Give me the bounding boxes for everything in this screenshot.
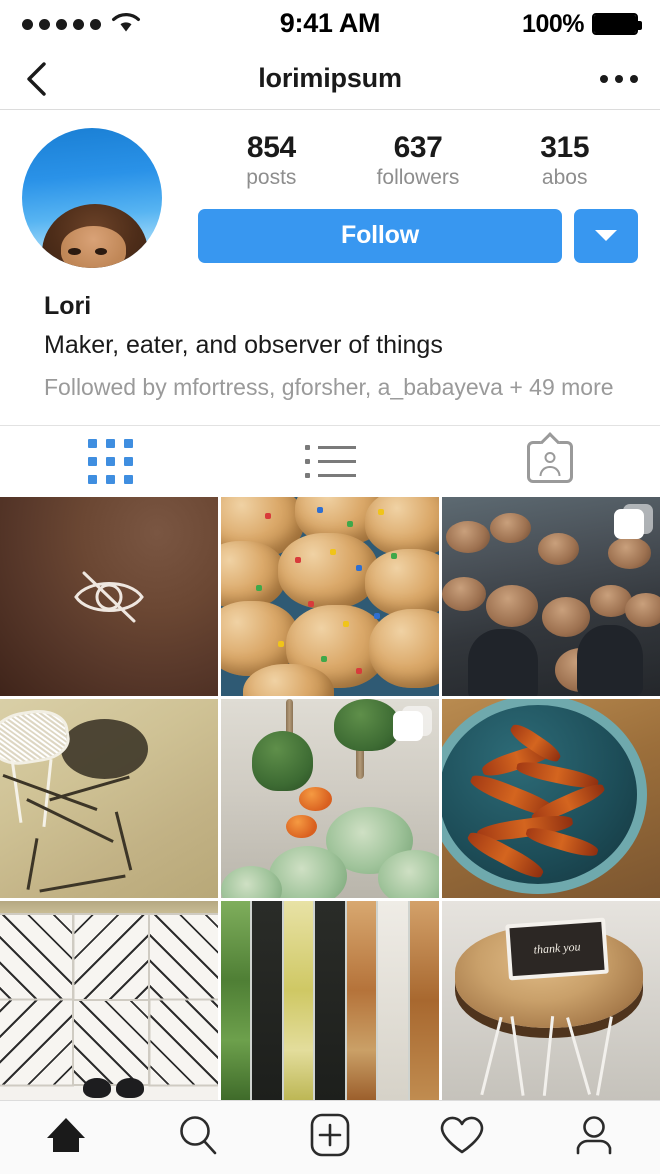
stat-posts[interactable]: 854 posts [198, 131, 345, 192]
grid-post-1[interactable] [0, 497, 218, 697]
profile-bio: Lori Maker, eater, and observer of thing… [22, 268, 638, 404]
battery-full-icon [592, 13, 642, 35]
chevron-down-icon [595, 230, 617, 242]
back-button[interactable] [22, 61, 52, 96]
tab-grid[interactable] [0, 426, 220, 497]
post-image [0, 901, 218, 1100]
nav-new-post[interactable] [264, 1112, 396, 1163]
ellipsis-dot [615, 74, 623, 83]
stat-label: followers [376, 166, 460, 190]
photo-grid: thank you [0, 497, 660, 1100]
grid-icon [87, 439, 133, 485]
grid-post-8[interactable] [221, 901, 439, 1100]
avatar-face [61, 226, 126, 268]
grid-post-3[interactable] [442, 497, 660, 697]
plus-square-icon [309, 1112, 351, 1163]
grid-post-5[interactable] [221, 699, 439, 899]
grid-post-2[interactable] [221, 497, 439, 697]
follow-button[interactable]: Follow [198, 208, 562, 263]
post-image [221, 497, 439, 697]
profile-display-name: Lori [44, 292, 92, 320]
bottom-navigation-bar [0, 1100, 660, 1174]
grid-post-4[interactable] [0, 699, 218, 899]
post-image [221, 901, 439, 1100]
post-image: thank you [442, 901, 660, 1100]
ellipsis-dot [600, 74, 608, 83]
navigation-bar: lorimipsum [0, 48, 660, 110]
profile-tab-bar [0, 425, 660, 498]
grid-post-9[interactable]: thank you [442, 901, 660, 1100]
grid-post-7[interactable] [0, 901, 218, 1100]
status-bar: 9:41 AM 100% [0, 0, 660, 48]
followed-by-text[interactable]: Followed by mfortress, gforsher, a_babay… [44, 371, 616, 404]
ellipsis-dot [630, 74, 638, 83]
profile-header: 854 posts 637 followers 315 abos Follow [0, 110, 660, 405]
tagged-person-card-icon [527, 431, 573, 483]
hidden-eye-icon [0, 497, 218, 696]
stat-value: 315 [540, 131, 590, 164]
list-icon [304, 445, 356, 479]
nav-home[interactable] [0, 1115, 132, 1160]
status-bar-right: 100% [522, 9, 642, 39]
post-image [0, 699, 218, 899]
search-icon [177, 1114, 219, 1161]
tab-tagged[interactable] [440, 426, 660, 497]
stat-followers[interactable]: 637 followers [345, 131, 492, 192]
heart-icon [439, 1114, 485, 1161]
thank-you-card-text: thank you [533, 939, 582, 957]
profile-options-dropdown-button[interactable] [574, 208, 638, 263]
person-icon [573, 1114, 615, 1161]
multiple-photos-icon [393, 706, 432, 745]
profile-stats-column: 854 posts 637 followers 315 abos Follow [162, 128, 638, 263]
nav-profile[interactable] [528, 1114, 660, 1161]
tab-list[interactable] [220, 426, 440, 497]
stat-value: 637 [393, 131, 443, 164]
nav-search[interactable] [132, 1114, 264, 1161]
profile-stats: 854 posts 637 followers 315 abos [198, 131, 638, 192]
instagram-profile-screen: 9:41 AM 100% lorimipsum 854 posts 637 fo… [0, 0, 660, 1174]
profile-bio-text: Maker, eater, and observer of things [44, 330, 443, 359]
multiple-photos-icon [614, 504, 653, 543]
stat-value: 854 [246, 131, 296, 164]
stat-label: abos [541, 166, 588, 190]
grid-post-6[interactable] [442, 699, 660, 899]
page-title: lorimipsum [258, 63, 402, 93]
stat-label: posts [246, 166, 297, 190]
profile-action-row: Follow [198, 208, 638, 263]
nav-activity[interactable] [396, 1114, 528, 1161]
avatar[interactable] [22, 128, 162, 268]
thank-you-card: thank you [505, 917, 610, 981]
stat-abos[interactable]: 315 abos [491, 131, 638, 192]
home-icon [45, 1115, 87, 1160]
profile-top-row: 854 posts 637 followers 315 abos Follow [22, 128, 638, 268]
more-options-button[interactable] [600, 74, 638, 83]
battery-percent-label: 100% [522, 9, 584, 38]
post-image [442, 699, 660, 899]
